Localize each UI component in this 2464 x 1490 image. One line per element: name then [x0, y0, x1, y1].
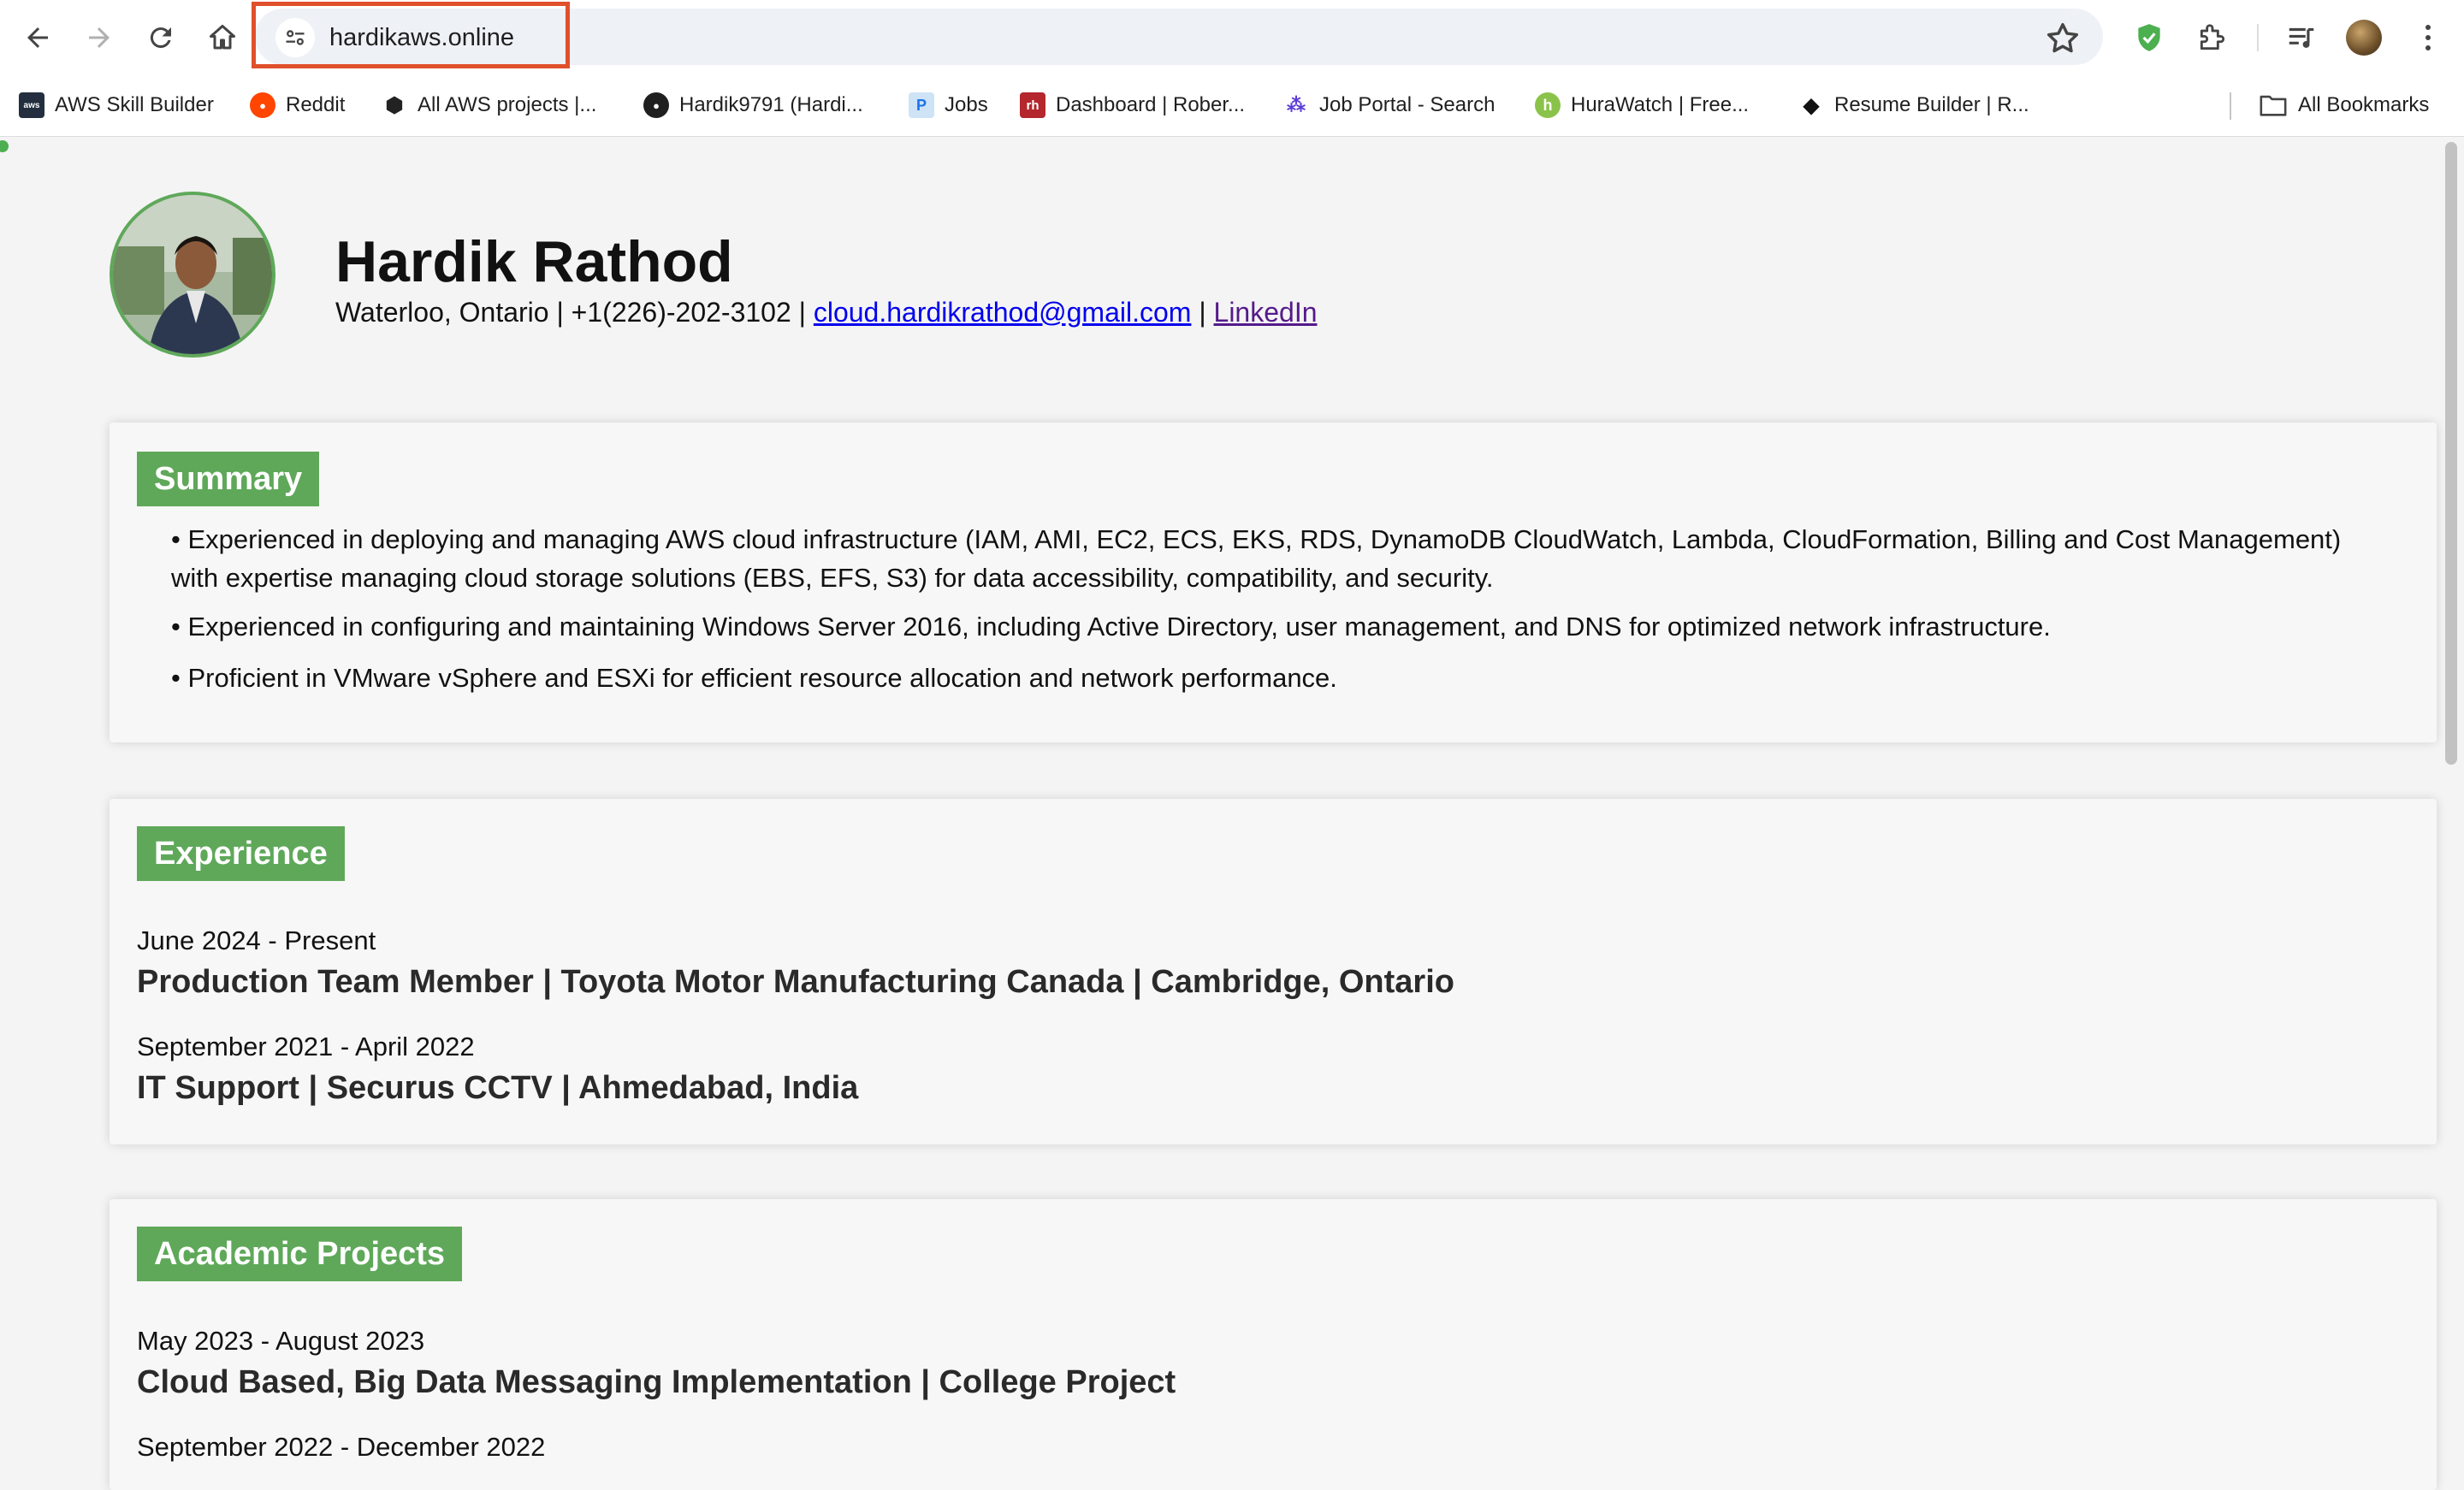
person-photo-icon — [113, 195, 272, 354]
p-icon: P — [909, 92, 934, 118]
experience-date: June 2024 - Present — [137, 925, 376, 955]
browser-toolbar: hardikaws.online aws AWS Skill Builder ●… — [0, 0, 2464, 137]
contact-line: Waterloo, Ontario | +1(226)-202-3102 | c… — [335, 294, 1318, 330]
reload-button[interactable] — [135, 12, 187, 63]
shield-extension-button[interactable] — [2129, 17, 2170, 58]
experience-role: IT Support | Securus CCTV | Ahmedabad, I… — [137, 1070, 859, 1106]
profile-photo — [110, 192, 275, 358]
bookmark-resume-builder[interactable]: ◆ Resume Builder | R... — [1798, 89, 2029, 121]
puzzle-icon — [2200, 24, 2225, 50]
contact-separator: | — [1191, 297, 1214, 328]
experience-section: Experience June 2024 - Present Productio… — [110, 799, 2437, 1144]
project-date: September 2022 - December 2022 — [137, 1432, 546, 1462]
forward-button[interactable] — [74, 12, 125, 63]
bookmark-label: Resume Builder | R... — [1834, 93, 2029, 116]
kebab-menu-icon — [2426, 25, 2431, 50]
summary-bullet: • Proficient in VMware vSphere and ESXi … — [171, 663, 1337, 693]
hurawatch-icon: h — [1535, 92, 1561, 118]
back-button[interactable] — [12, 12, 63, 63]
email-link[interactable]: cloud.hardikrathod@gmail.com — [814, 297, 1192, 328]
projects-heading: Academic Projects — [137, 1227, 463, 1281]
projects-section: Academic Projects May 2023 - August 2023… — [110, 1199, 2437, 1490]
bookmark-label: Dashboard | Rober... — [1056, 93, 1246, 116]
address-highlight-box — [252, 2, 570, 68]
extensions-button[interactable] — [2192, 17, 2233, 58]
all-bookmarks-button[interactable]: All Bookmarks — [2259, 89, 2429, 121]
status-dot — [0, 140, 9, 152]
experience-heading: Experience — [137, 826, 345, 881]
summary-bullet: • Experienced in deploying and managing … — [171, 524, 2342, 593]
scrollbar-thumb[interactable] — [2445, 142, 2457, 765]
rh-icon: rh — [1020, 92, 1045, 118]
playlist-icon — [2289, 27, 2314, 48]
experience-date: September 2021 - April 2022 — [137, 1032, 475, 1061]
project-title: Cloud Based, Big Data Messaging Implemen… — [137, 1364, 1176, 1400]
shield-icon — [2138, 24, 2160, 51]
bookmark-label: Job Portal - Search — [1319, 93, 1496, 116]
bookmark-label: HuraWatch | Free... — [1571, 93, 1750, 116]
bookmark-hurawatch[interactable]: h HuraWatch | Free... — [1535, 89, 1749, 121]
linkedin-link[interactable]: LinkedIn — [1214, 297, 1318, 328]
experience-role: Production Team Member | Toyota Motor Ma… — [137, 964, 1454, 1000]
bookmarks-divider — [2230, 92, 2231, 120]
toolbar-divider — [2257, 24, 2259, 51]
back-arrow-icon — [27, 27, 48, 48]
bookmark-jobs[interactable]: P Jobs — [909, 89, 988, 121]
profile-name: Hardik Rathod — [335, 229, 733, 294]
project-date: May 2023 - August 2023 — [137, 1326, 425, 1356]
bookmark-label: AWS Skill Builder — [55, 93, 214, 116]
nodes-icon: ⁂ — [1287, 94, 1306, 115]
bookmark-label: Reddit — [286, 93, 346, 116]
home-button[interactable] — [197, 12, 248, 63]
bookmarks-bar: aws AWS Skill Builder ● Reddit ⬢ All AWS… — [0, 82, 2464, 128]
bookmark-label: Hardik9791 (Hardi... — [679, 93, 863, 116]
github-icon: ● — [643, 92, 669, 118]
bookmark-github[interactable]: ● Hardik9791 (Hardi... — [643, 89, 863, 121]
summary-heading: Summary — [137, 452, 320, 506]
all-bookmarks-label: All Bookmarks — [2298, 93, 2430, 116]
toolbar-border — [0, 136, 2464, 137]
aws-icon: aws — [19, 92, 44, 118]
bookmark-label: All AWS projects |... — [418, 93, 597, 116]
browser-menu-button[interactable] — [2408, 17, 2449, 58]
summary-bullet: • Experienced in configuring and maintai… — [171, 612, 2051, 642]
resume-icon: ◆ — [1803, 93, 1820, 117]
bookmark-job-portal[interactable]: ⁂ Job Portal - Search — [1283, 89, 1495, 121]
bookmark-aws-projects[interactable]: ⬢ All AWS projects |... — [382, 89, 597, 121]
media-controls-button[interactable] — [2281, 17, 2322, 58]
folder-icon — [2260, 95, 2287, 116]
contact-location-phone: Waterloo, Ontario | +1(226)-202-3102 | — [335, 297, 814, 328]
forward-arrow-icon — [89, 27, 110, 48]
bookmark-star-button[interactable] — [2043, 19, 2082, 58]
reload-icon — [150, 27, 171, 49]
home-icon — [210, 25, 235, 50]
bookmark-reddit[interactable]: ● Reddit — [250, 89, 345, 121]
reddit-icon: ● — [250, 92, 275, 118]
profile-avatar[interactable] — [2346, 20, 2382, 56]
bookmark-aws-skill-builder[interactable]: aws AWS Skill Builder — [19, 89, 214, 121]
bookmark-label: Jobs — [945, 93, 988, 116]
bookmark-dashboard[interactable]: rh Dashboard | Rober... — [1020, 89, 1245, 121]
cube-icon: ⬢ — [385, 93, 404, 117]
summary-section: Summary • Experienced in deploying and m… — [110, 423, 2437, 742]
star-icon — [2046, 22, 2079, 53]
